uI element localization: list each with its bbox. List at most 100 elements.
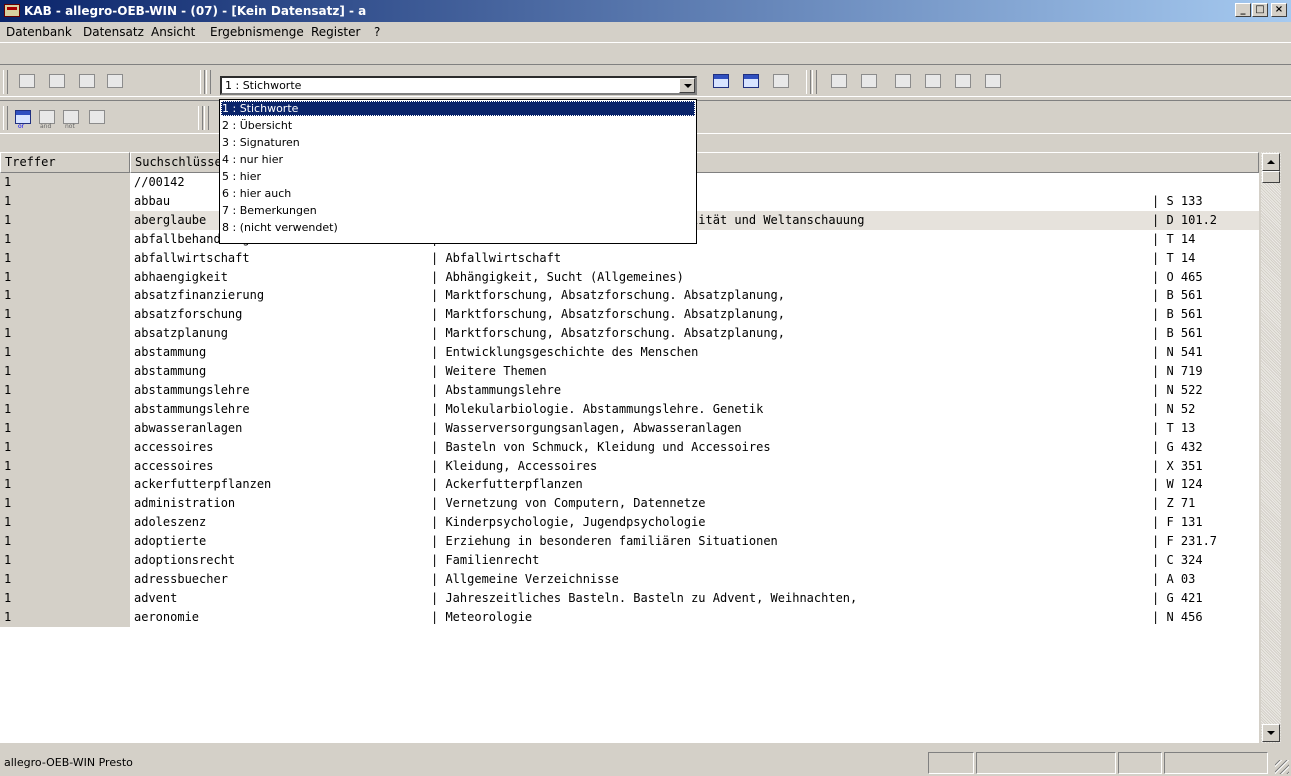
table-row[interactable]: 1 adressbuecher | Allgemeine Verzeichnisse… xyxy=(0,569,1259,589)
table-row[interactable]: 1 abstammung | Weitere Themen | N 719 xyxy=(0,362,1259,381)
table-row[interactable]: 1 adoptionsrecht | Familienrecht | C 324 xyxy=(0,551,1259,570)
scrollbar-thumb[interactable] xyxy=(1262,171,1280,183)
notation-cell: | N 52 xyxy=(1152,401,1196,416)
table-row[interactable]: 1 abstammungslehre | Abstammungslehre | N 5… xyxy=(0,380,1259,400)
scroll-up-button[interactable] xyxy=(1262,153,1280,171)
move-left-icon[interactable] xyxy=(892,71,916,93)
register-select[interactable]: 1 : Stichworte xyxy=(220,76,697,95)
move-right-icon[interactable] xyxy=(922,71,946,93)
description-cell: | Abstammungslehre xyxy=(431,382,562,397)
treffer-cell: 1 xyxy=(0,173,130,192)
app-icon[interactable] xyxy=(4,4,20,17)
table-row[interactable]: 1 accessoires | Basteln von Schmuck, Kleid… xyxy=(0,437,1259,457)
register-option[interactable]: 1 : Stichworte xyxy=(221,101,695,116)
toolbar-grip[interactable] xyxy=(204,106,209,130)
or-button[interactable]: or xyxy=(12,107,36,130)
keyword-cell: abstammungslehre xyxy=(134,382,250,397)
treffer-cell: 1 xyxy=(0,569,130,589)
menu-datenbank[interactable]: Datenbank xyxy=(6,25,72,39)
menu-register[interactable]: Register xyxy=(311,25,360,39)
table-row[interactable]: 1 abwasseranlagen | Wasserversorgungsanlag… xyxy=(0,418,1259,438)
menu-help[interactable]: ? xyxy=(374,25,380,39)
close-button[interactable]: × xyxy=(1271,3,1287,17)
table-row[interactable]: 1 accessoires | Kleidung, Accessoires | X 3… xyxy=(0,456,1259,476)
table-row[interactable]: 1 absatzplanung | Marktforschung, Absatzfo… xyxy=(0,324,1259,344)
register-option[interactable]: 7 : Bemerkungen xyxy=(221,203,695,218)
vertical-scrollbar[interactable] xyxy=(1261,152,1281,743)
table-row[interactable]: 1 abhaengigkeit | Abhängigkeit, Sucht (All… xyxy=(0,267,1259,287)
copy-record-icon[interactable] xyxy=(76,71,100,93)
table-row[interactable]: 1 adoptierte | Erziehung in besonderen fam… xyxy=(0,532,1259,552)
menu-datensatz[interactable]: Datensatz xyxy=(83,25,144,39)
find-icon[interactable] xyxy=(710,71,734,93)
toolbar-separator xyxy=(806,70,811,94)
register-select-value: 1 : Stichworte xyxy=(225,79,302,92)
index-icon[interactable] xyxy=(740,71,764,93)
table-row[interactable]: 1 absatzforschung | Marktforschung, Absatz… xyxy=(0,305,1259,325)
and-button[interactable]: and xyxy=(36,107,60,130)
treffer-cell: 1 xyxy=(0,229,130,249)
menu-ergebnismenge[interactable]: Ergebnismenge xyxy=(210,25,304,39)
scroll-down-button[interactable] xyxy=(1262,724,1280,742)
treffer-cell: 1 xyxy=(0,210,130,230)
sort-down-icon[interactable] xyxy=(828,71,852,93)
clear-query-icon[interactable] xyxy=(86,107,110,129)
treffer-cell: 1 xyxy=(0,343,130,363)
treffer-cell: 1 xyxy=(0,191,130,211)
window-title: KAB - allegro-OEB-WIN - (07) - [Kein Dat… xyxy=(24,4,367,18)
register-option[interactable]: 8 : (nicht verwendet) xyxy=(221,220,695,235)
toolbar-grip[interactable] xyxy=(3,70,8,94)
table-row[interactable]: 1 aeronomie | Meteorologie | N 456 xyxy=(0,607,1259,627)
not-button[interactable]: not xyxy=(60,107,84,130)
list-icon[interactable] xyxy=(770,71,794,93)
keyword-cell: accessoires xyxy=(134,439,214,454)
notation-cell: | T 14 xyxy=(1152,250,1196,265)
toolbar-grip[interactable] xyxy=(812,70,817,94)
document-icon[interactable] xyxy=(46,71,70,93)
keyword-cell: aberglaube xyxy=(134,212,207,227)
table-row[interactable]: 1 advent | Jahreszeitliches Basteln. Baste… xyxy=(0,588,1259,608)
chevron-down-icon[interactable] xyxy=(679,78,695,93)
toolbar-grip[interactable] xyxy=(206,70,211,94)
sort-up-icon[interactable] xyxy=(858,71,882,93)
keyword-cell: abstammung xyxy=(134,364,207,378)
keyword-cell: absatzfinanzierung xyxy=(134,288,265,303)
treffer-cell: 1 xyxy=(0,286,130,306)
notation-cell: | N 456 xyxy=(1152,609,1203,624)
maximize-button[interactable]: □ xyxy=(1252,3,1268,17)
status-panel xyxy=(1164,752,1268,774)
treffer-cell: 1 xyxy=(0,362,130,381)
delete-record-icon[interactable] xyxy=(104,71,128,93)
description-cell: | Molekularbiologie. Abstammungslehre. G… xyxy=(431,401,764,416)
register-dropdown[interactable]: 1 : Stichworte 2 : Übersicht 3 : Signature… xyxy=(219,99,697,244)
table-row[interactable]: 1 absatzfinanzierung | Marktforschung, Abs… xyxy=(0,286,1259,306)
treffer-cell: 1 xyxy=(0,248,130,268)
last-record-icon[interactable] xyxy=(982,71,1006,93)
toolbar-grip[interactable] xyxy=(3,106,8,130)
table-row[interactable]: 1 abfallwirtschaft | Abfallwirtschaft | T 1… xyxy=(0,248,1259,268)
notation-cell: | G 432 xyxy=(1152,439,1203,454)
resize-grip[interactable] xyxy=(1275,760,1289,774)
notation-cell: | A 03 xyxy=(1152,571,1196,586)
table-row[interactable]: 1 abstammungslehre | Molekularbiologie. Ab… xyxy=(0,399,1259,419)
description-cell: | Meteorologie xyxy=(431,609,533,624)
table-row[interactable]: 1 abstammung | Entwicklungsgeschichte des … xyxy=(0,343,1259,363)
column-header-treffer[interactable]: Treffer xyxy=(0,152,130,173)
register-option[interactable]: 4 : nur hier xyxy=(221,152,695,167)
treffer-cell: 1 xyxy=(0,418,130,438)
first-record-icon[interactable] xyxy=(952,71,976,93)
title-bar[interactable]: KAB - allegro-OEB-WIN - (07) - [Kein Dat… xyxy=(0,0,1291,22)
notation-cell: | N 541 xyxy=(1152,345,1203,360)
register-option[interactable]: 2 : Übersicht xyxy=(221,118,695,133)
new-record-icon[interactable] xyxy=(16,71,40,93)
table-row[interactable]: 1 administration | Vernetzung von Computer… xyxy=(0,494,1259,514)
register-option[interactable]: 5 : hier xyxy=(221,169,695,184)
table-row[interactable]: 1 adoleszenz | Kinderpsychologie, Jugendps… xyxy=(0,513,1259,533)
menu-ansicht[interactable]: Ansicht xyxy=(151,25,195,39)
register-option[interactable]: 3 : Signaturen xyxy=(221,135,695,150)
register-option[interactable]: 6 : hier auch xyxy=(221,186,695,201)
description-cell: | Allgemeine Verzeichnisse xyxy=(431,571,619,586)
minimize-button[interactable]: _ xyxy=(1235,3,1251,17)
toolbar-separator xyxy=(200,70,205,94)
table-row[interactable]: 1 ackerfutterpflanzen | Ackerfutterpflanze… xyxy=(0,475,1259,495)
